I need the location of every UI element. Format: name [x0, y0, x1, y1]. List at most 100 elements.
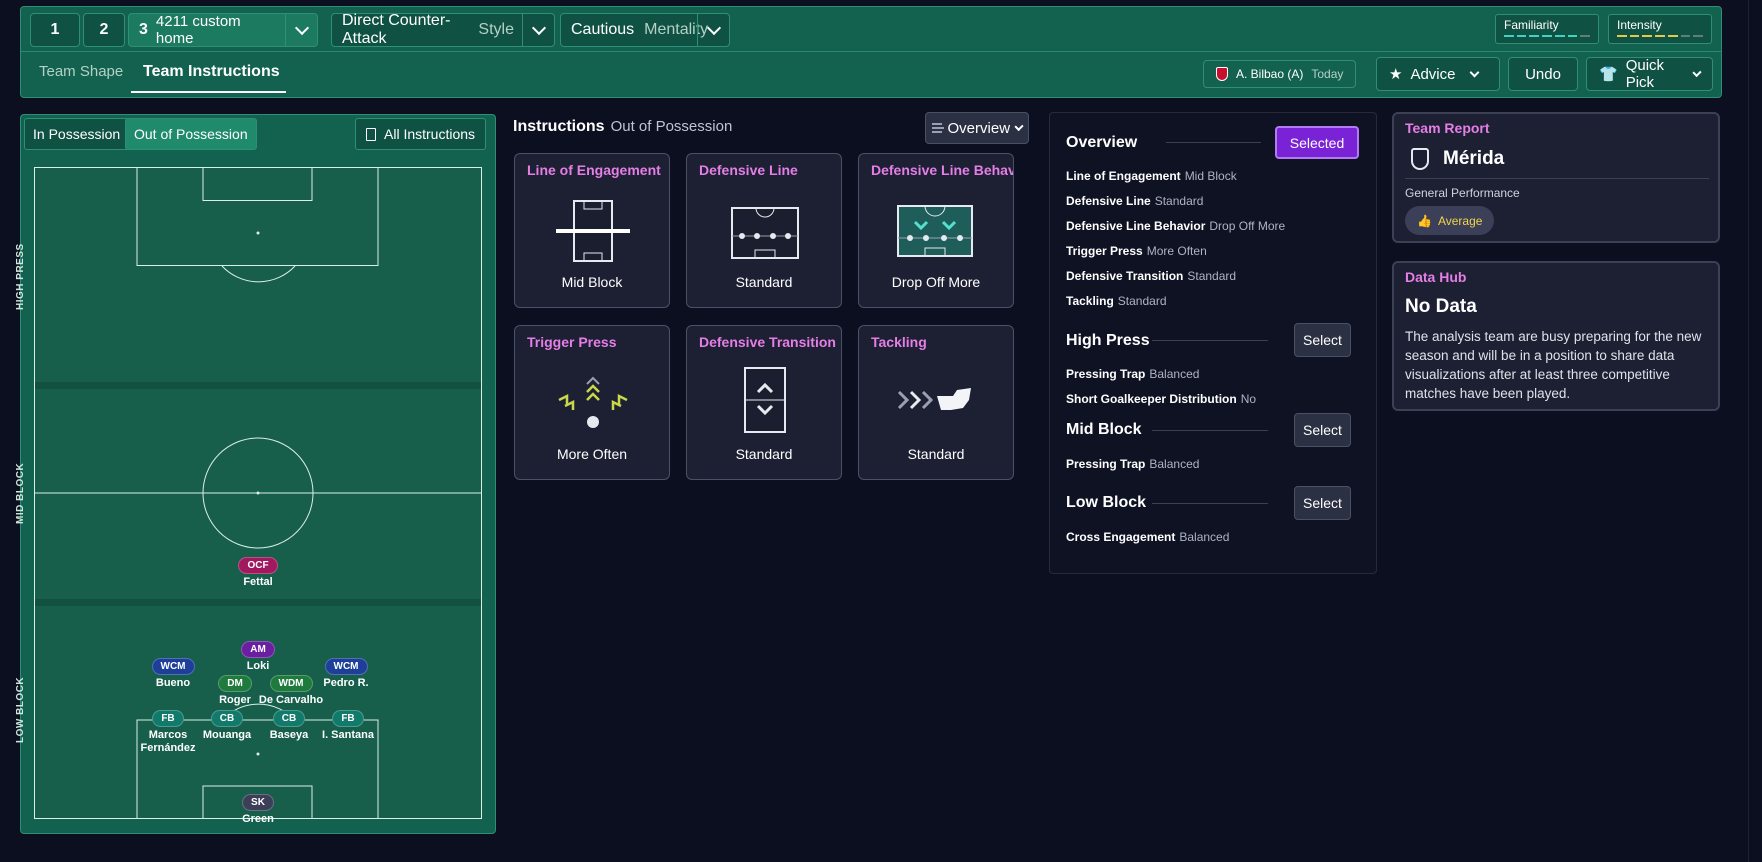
player-marker[interactable]: FB I. Santana [308, 708, 388, 742]
tactics-header: 1 2 3 4211 custom home Direct Counter-At… [20, 6, 1722, 98]
intensity-meter[interactable]: Intensity [1608, 14, 1712, 44]
player-marker[interactable]: AM Loki [218, 639, 298, 673]
player-marker[interactable]: WDM De Carvalho [251, 673, 331, 707]
in-possession-tab[interactable]: In Possession [24, 118, 130, 150]
familiarity-meter[interactable]: Familiarity [1495, 14, 1599, 44]
card-title: Trigger Press [527, 334, 617, 350]
card-defensive-transition[interactable]: Defensive Transition Standard [686, 325, 842, 480]
low-block-title: Low Block [1066, 494, 1147, 511]
row-key: Defensive Line [1066, 194, 1151, 208]
overview-title: Overview [1066, 134, 1138, 151]
all-instructions-button[interactable]: All Instructions [355, 118, 487, 150]
boot-tackle-icon [897, 388, 971, 410]
tab-team-shape[interactable]: Team Shape [39, 63, 123, 80]
card-title: Defensive Line Behavio [871, 162, 1014, 178]
line-of-engagement-icon [556, 200, 630, 262]
chevron-down-icon [1692, 67, 1702, 77]
player-name: Loki [246, 660, 270, 672]
tactic-slot-1[interactable]: 1 [30, 13, 80, 47]
quick-pick-button[interactable]: 👕 Quick Pick [1586, 57, 1713, 91]
mid-block-select-button[interactable]: Select [1294, 413, 1351, 447]
performance-badge[interactable]: 👍 Average [1405, 206, 1495, 235]
player-marker[interactable]: SK Green [218, 792, 298, 826]
list-icon [932, 123, 944, 133]
familiarity-bar [1504, 35, 1591, 37]
tactic-name: 4211 custom home [155, 13, 241, 47]
zone-label-high-press: HIGH PRESS [15, 243, 26, 310]
row-value: Balanced [1149, 367, 1200, 381]
card-value: Standard [735, 446, 793, 462]
instructions-title: Instructions [513, 118, 605, 135]
overview-row: Line of Engagement Mid Block [1066, 169, 1237, 183]
divider [1152, 340, 1268, 341]
tactic-slot-3[interactable]: 3 4211 custom home [128, 13, 318, 47]
chevron-down-icon[interactable] [285, 14, 317, 46]
low-block-select-button[interactable]: Select [1294, 486, 1351, 520]
data-hub-text: The analysis team are busy preparing for… [1405, 329, 1702, 401]
player-name: I. Santana [322, 729, 374, 741]
card-title: Line of Engagement [527, 162, 661, 178]
chevron-down-icon[interactable] [522, 14, 554, 46]
overview-dropdown[interactable]: Overview [925, 112, 1029, 144]
all-instructions-label: All Instructions [384, 126, 476, 142]
next-match-when: Today [1311, 67, 1344, 81]
overview-row: Trigger Press More Often [1066, 244, 1207, 258]
row-value: Standard [1187, 269, 1237, 283]
tab-team-instructions[interactable]: Team Instructions [143, 63, 280, 81]
overview-row: Defensive Line Standard [1066, 194, 1203, 208]
general-performance-label: General Performance [1405, 186, 1520, 200]
next-match-opponent: A. Bilbao (A) [1236, 67, 1304, 81]
row-value: Mid Block [1184, 169, 1237, 183]
tactic-slot-2[interactable]: 2 [83, 13, 125, 47]
chevron-down-icon [1470, 67, 1480, 77]
advice-button[interactable]: ★ Advice [1376, 57, 1500, 91]
trigger-press-icon [558, 376, 628, 428]
team-name: Mérida [1443, 148, 1505, 169]
overview-row: Tackling Standard [1066, 294, 1167, 308]
card-tackling[interactable]: Tackling Standard [858, 325, 1014, 480]
row-value: Balanced [1179, 530, 1230, 544]
card-defensive-line[interactable]: Defensive Line Standard [686, 153, 842, 308]
selected-button[interactable]: Selected [1275, 126, 1359, 159]
card-value: Standard [907, 446, 965, 462]
card-title: Tackling [871, 334, 927, 350]
quick-pick-label: Quick Pick [1625, 57, 1665, 91]
mentality-dropdown[interactable]: Cautious Mentality [560, 13, 730, 47]
player-position-badge: AM [241, 641, 275, 658]
header-row-top: 1 2 3 4211 custom home Direct Counter-At… [21, 7, 1721, 52]
undo-button[interactable]: Undo [1508, 57, 1578, 91]
card-title: Defensive Transition [699, 334, 836, 350]
style-value: Direct Counter-Attack [342, 12, 451, 47]
chevron-down-icon[interactable] [697, 14, 729, 46]
mentality-value: Cautious [571, 21, 635, 38]
team-report-panel: Team Report Mérida General Performance 👍… [1392, 112, 1720, 243]
row-value: No [1240, 392, 1257, 406]
card-trigger-press[interactable]: Trigger Press More Often [514, 325, 670, 480]
player-position-badge: FB [332, 710, 364, 727]
overview-row: Pressing Trap Balanced [1066, 367, 1199, 381]
mid-block-title: Mid Block [1066, 421, 1142, 438]
card-line-of-engagement[interactable]: Line of Engagement Mid Block [514, 153, 670, 308]
overview-dropdown-label: Overview [947, 119, 1011, 137]
player-position-badge: DM [218, 675, 252, 692]
clipboard-icon [366, 127, 376, 141]
intensity-label: Intensity [1617, 18, 1662, 32]
player-marker[interactable]: OCF Fettal [218, 555, 298, 589]
card-title: Defensive Line [699, 162, 798, 178]
team-report-title: Team Report [1405, 120, 1490, 136]
divider [1152, 430, 1268, 431]
familiarity-label: Familiarity [1504, 18, 1559, 32]
row-value: Drop Off More [1209, 219, 1286, 233]
player-position-badge: OCF [238, 557, 278, 574]
row-key: Tackling [1066, 294, 1114, 308]
row-value: Standard [1154, 194, 1204, 208]
card-defensive-line-behavior[interactable]: Defensive Line Behavio Drop Off More [858, 153, 1014, 308]
out-of-possession-tab[interactable]: Out of Possession [125, 118, 257, 150]
next-match[interactable]: A. Bilbao (A) Today [1203, 60, 1357, 88]
style-dropdown[interactable]: Direct Counter-Attack Style [331, 12, 555, 47]
divider [1166, 142, 1261, 143]
high-press-select-button[interactable]: Select [1294, 323, 1351, 357]
instructions-header: Instructions Out of Possession [513, 118, 732, 136]
high-press-title: High Press [1066, 332, 1150, 349]
row-key: Cross Engagement [1066, 530, 1176, 544]
